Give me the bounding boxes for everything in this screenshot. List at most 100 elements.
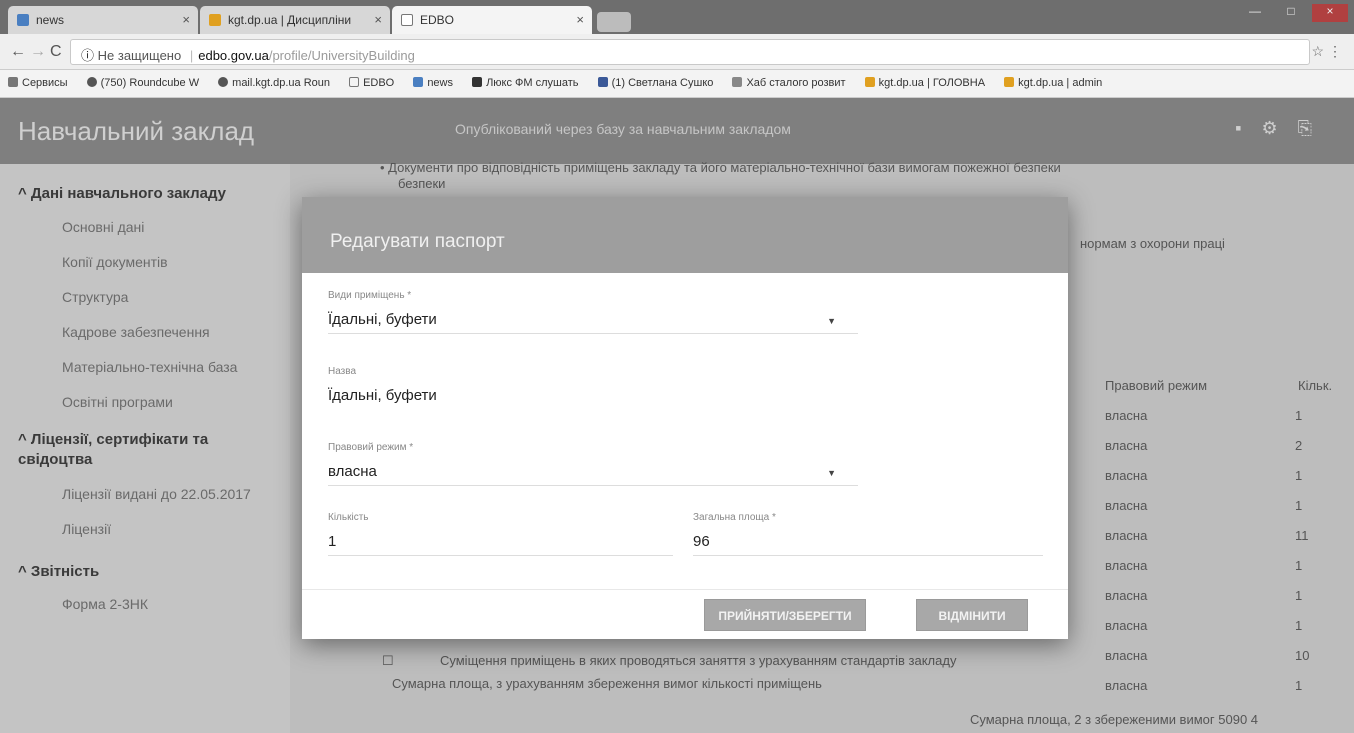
bookmark-item[interactable]: EDBO — [349, 77, 394, 89]
bookmark-item[interactable]: (750) Roundcube W — [86, 77, 199, 89]
table-cell: 2 — [1295, 438, 1303, 453]
sum-text: Сумарна площа, 2 з збереженими вимог 509… — [970, 712, 1259, 727]
sidebar-section-licenses[interactable]: ^ Ліцензії, сертифікати та свідоцтва — [18, 430, 268, 470]
bookmark-item[interactable]: kgt.dp.ua | admin — [1004, 77, 1102, 89]
bookmark-item[interactable]: mail.kgt.dp.ua Roun — [218, 77, 330, 89]
radio-icon — [472, 77, 483, 87]
sidebar: ^ Дані навчального закладу Основні дані … — [0, 164, 290, 733]
hub-icon — [732, 77, 743, 87]
insecure-label: Не защищено — [97, 48, 182, 63]
star-icon[interactable]: ☆ ⋮ — [1312, 43, 1342, 60]
table-cell: власна — [1105, 438, 1148, 453]
caret-down-icon[interactable]: ▼ — [827, 468, 836, 478]
bookmark-item[interactable]: kgt.dp.ua | ГОЛОВНА — [864, 77, 985, 89]
sidebar-item-form-2-3nk[interactable]: Форма 2-3НК — [62, 596, 148, 612]
table-cell: 1 — [1295, 558, 1303, 573]
bookmark-item[interactable]: Хаб сталого розвит — [732, 77, 846, 89]
content-line: безпеки — [398, 176, 446, 191]
content-line: • Документи про відповідність приміщень … — [380, 160, 1061, 175]
table-cell: власна — [1105, 408, 1148, 423]
close-icon[interactable]: × — [374, 12, 382, 27]
bookmark-item[interactable]: news — [413, 77, 453, 89]
info-icon: ⓘ — [81, 48, 95, 63]
content-line[interactable]: нормам з охорони праці — [1080, 236, 1225, 251]
address-bar: ← → C ⓘ Не защищено | edbo.gov.ua/profile… — [0, 34, 1354, 70]
maximize-icon[interactable]: □ — [1276, 4, 1306, 18]
table-cell: власна — [1105, 528, 1148, 543]
legal-regime-select[interactable]: Правовий режим * власна ▼ — [328, 442, 858, 486]
field-value[interactable]: власна — [328, 456, 858, 486]
room-type-select[interactable]: Види приміщень * Їдальні, буфети ▼ — [328, 290, 858, 334]
minimize-icon[interactable]: — — [1240, 4, 1270, 18]
back-arrow-icon[interactable]: ← — [10, 43, 26, 61]
edit-passport-dialog: Редагувати паспорт Види приміщень * Їдал… — [302, 197, 1068, 639]
tab-label: news — [36, 13, 65, 27]
caret-down-icon[interactable]: ▼ — [827, 316, 836, 326]
sidebar-item-structure[interactable]: Структура — [62, 289, 128, 305]
url-domain: edbo.gov.ua — [198, 48, 269, 63]
bookmark-item[interactable]: (1) Светлана Сушко — [597, 77, 713, 89]
apps-icon — [8, 77, 18, 87]
field-label: Правовий режим * — [328, 442, 414, 453]
bookmark-item[interactable]: Сервисы — [8, 77, 68, 89]
browser-tab-kgt[interactable]: kgt.dp.ua | Дисципліни × — [200, 6, 390, 34]
new-tab-button[interactable] — [597, 12, 631, 32]
sidebar-item-licenses[interactable]: Ліцензії — [62, 521, 111, 537]
sidebar-item-staffing[interactable]: Кадрове забезпечення — [62, 324, 210, 340]
table-cell: власна — [1105, 678, 1148, 693]
save-button[interactable]: ПРИЙНЯТИ/ЗБЕРЕГТИ — [704, 599, 866, 631]
page-icon — [349, 77, 360, 87]
header-message: Опублікований через базу за навчальним з… — [455, 121, 791, 137]
content-line: Суміщення приміщень в яких проводяться з… — [440, 653, 957, 668]
sidebar-item-document-copies[interactable]: Копії документів — [62, 254, 168, 270]
browser-tab-strip: news × kgt.dp.ua | Дисципліни × EDBO × —… — [0, 0, 1354, 34]
quantity-field[interactable]: Кількість 1 — [328, 512, 673, 556]
bookmark-item[interactable]: Люкс ФМ слушать — [472, 77, 579, 89]
close-icon[interactable]: × — [576, 12, 584, 27]
tab-label: EDBO — [420, 13, 455, 27]
content-line: Сумарна площа, з урахуванням збереження … — [392, 676, 822, 691]
kgt-favicon-icon — [209, 14, 221, 26]
page-favicon-icon — [401, 14, 413, 26]
close-icon[interactable]: × — [182, 12, 190, 27]
sidebar-section-institution[interactable]: ^ Дані навчального закладу — [18, 184, 268, 204]
news-icon — [413, 77, 424, 87]
reload-icon[interactable]: C — [50, 43, 62, 61]
field-value[interactable]: 1 — [328, 526, 673, 556]
sidebar-section-reports[interactable]: ^ Звітність — [18, 562, 268, 582]
name-field[interactable]: Назва Їдальні, буфети — [328, 366, 858, 410]
sidebar-item-programs[interactable]: Освітні програми — [62, 394, 173, 410]
news-favicon-icon — [17, 14, 29, 26]
table-cell: власна — [1105, 468, 1148, 483]
url-input[interactable]: ⓘ Не защищено | edbo.gov.ua/profile/Unive… — [70, 39, 1310, 65]
settings-gear-icon[interactable]: ▪⚙⎘ — [1235, 118, 1332, 139]
sidebar-item-old-licenses[interactable]: Ліцензії видані до 22.05.2017 — [62, 486, 251, 502]
kgt-icon — [1004, 77, 1015, 87]
table-cell: 1 — [1295, 408, 1303, 423]
total-area-field[interactable]: Загальна площа * 96 — [693, 512, 1043, 556]
checkbox-icon[interactable]: ☐ — [382, 653, 394, 669]
field-label: Види приміщень * — [328, 290, 412, 301]
facebook-icon — [597, 77, 608, 87]
forward-arrow-icon[interactable]: → — [30, 43, 46, 61]
cancel-button[interactable]: ВІДМІНИТИ — [916, 599, 1028, 631]
dialog-footer — [302, 589, 1068, 590]
roundcube-icon — [218, 77, 229, 87]
browser-tab-edbo[interactable]: EDBO × — [392, 6, 592, 34]
table-cell: власна — [1105, 558, 1148, 573]
tab-label: kgt.dp.ua | Дисципліни — [228, 13, 352, 27]
table-header: Правовий режим — [1105, 378, 1208, 393]
field-value[interactable]: Їдальні, буфети — [328, 380, 858, 410]
browser-tab-news[interactable]: news × — [8, 6, 198, 34]
field-value[interactable]: 96 — [693, 526, 1043, 556]
sidebar-item-material-base[interactable]: Матеріально-технічна база — [62, 359, 237, 375]
app-header: Навчальний заклад Опублікований через ба… — [0, 98, 1354, 164]
field-value[interactable]: Їдальні, буфети — [328, 304, 858, 334]
sidebar-item-main-data[interactable]: Основні дані — [62, 219, 144, 235]
table-cell: 10 — [1295, 648, 1310, 663]
table-cell: 11 — [1295, 528, 1309, 543]
kgt-icon — [864, 77, 875, 87]
field-label: Кількість — [328, 512, 369, 523]
bookmarks-bar: Сервисы (750) Roundcube W mail.kgt.dp.ua… — [0, 70, 1354, 98]
window-close-icon[interactable]: × — [1312, 4, 1348, 22]
